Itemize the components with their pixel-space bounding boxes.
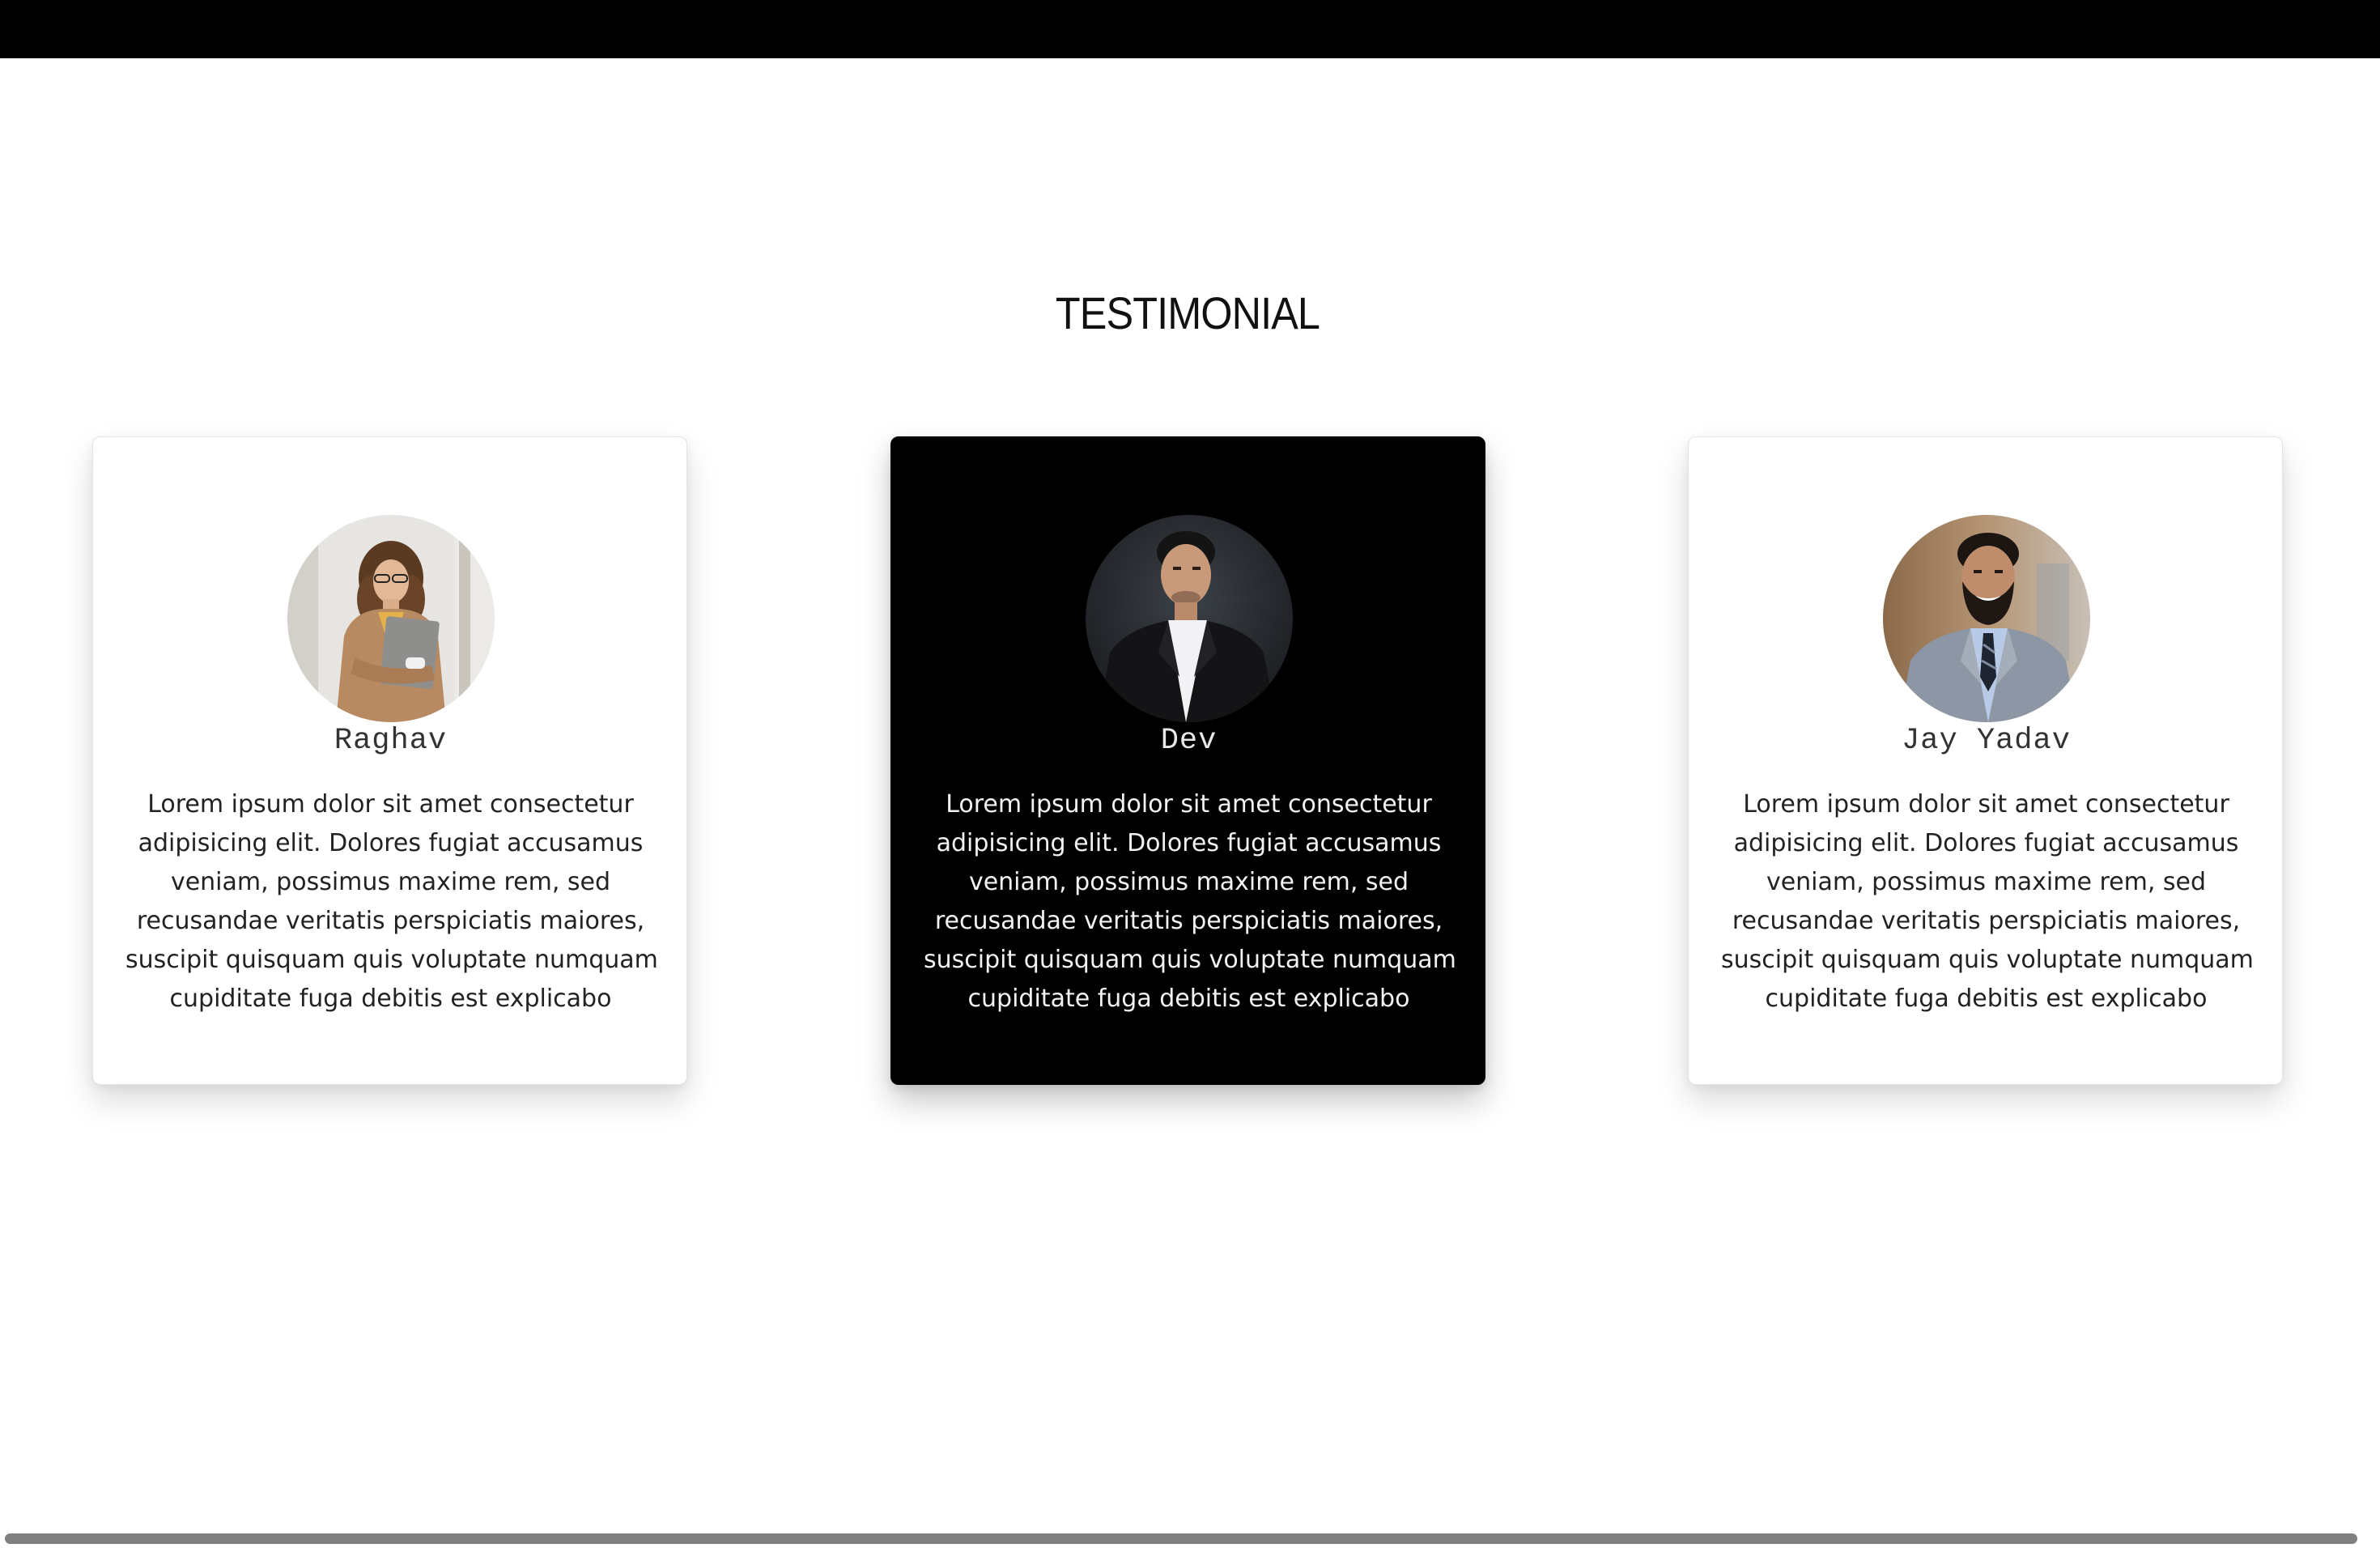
testimonial-text-line: Lorem ipsum dolor sit amet consectetur [1743,790,2229,819]
testimonial-text-line: cupiditate fuga debitis est explicabo [967,985,1410,1013]
testimonial-text-line: suscipit quisquam quis voluptate numquam [924,946,1456,974]
testimonial-text-line: veniam, possimus maxime rem, sed [170,868,611,896]
testimonial-text-line: Lorem ipsum dolor sit amet consectetur [147,790,634,819]
woman-holding-laptop-avatar [287,515,495,722]
testimonial-text-line: recusandae veritatis perspiciatis maiore… [934,907,1443,935]
testimonial-text-line: cupiditate fuga debitis est explicabo [1765,985,2208,1013]
testimonial-text-line: suscipit quisquam quis voluptate numquam [125,946,658,974]
section-title: TESTIMONIAL [1055,287,1320,338]
testimonial-text: Lorem ipsum dolor sit amet consectetur a… [125,785,658,1019]
testimonial-text: Lorem ipsum dolor sit amet consectetur a… [924,785,1456,1019]
testimonial-card-jay-yadav: Jay Yadav Lorem ipsum dolor sit amet con… [1688,436,2283,1085]
testimonial-card-raghav: Raghav Lorem ipsum dolor sit amet consec… [92,436,687,1085]
testimonial-text-line: veniam, possimus maxime rem, sed [968,868,1409,896]
testimonial-text-line: recusandae veritatis perspiciatis maiore… [1732,907,2241,935]
testimonial-name: Dev [1160,724,1218,758]
testimonial-name: Raghav [334,724,448,758]
testimonial-text-line: cupiditate fuga debitis est explicabo [169,985,612,1013]
testimonial-text-line: suscipit quisquam quis voluptate numquam [1721,946,2254,974]
testimonial-text-line: recusandae veritatis perspiciatis maiore… [136,907,645,935]
smiling-bearded-man-avatar [1883,515,2090,722]
testimonial-page: TESTIMONIAL Raghav Lorem ipsum dolor sit… [0,0,2380,1548]
testimonial-card-dev: Dev Lorem ipsum dolor sit amet consectet… [890,436,1485,1085]
testimonial-name: Jay Yadav [1902,724,2071,758]
testimonial-text-line: adipisicing elit. Dolores fugiat accusam… [1733,829,2239,857]
testimonial-text-line: adipisicing elit. Dolores fugiat accusam… [138,829,644,857]
testimonial-text: Lorem ipsum dolor sit amet consectetur a… [1721,785,2254,1019]
testimonial-text-line: adipisicing elit. Dolores fugiat accusam… [936,829,1442,857]
testimonial-text-line: Lorem ipsum dolor sit amet consectetur [946,790,1432,819]
horizontal-scrollbar-thumb[interactable] [5,1533,2357,1544]
testimonial-text-line: veniam, possimus maxime rem, sed [1766,868,2207,896]
man-in-suit-avatar [1086,515,1293,722]
top-header-bar [0,0,2380,58]
